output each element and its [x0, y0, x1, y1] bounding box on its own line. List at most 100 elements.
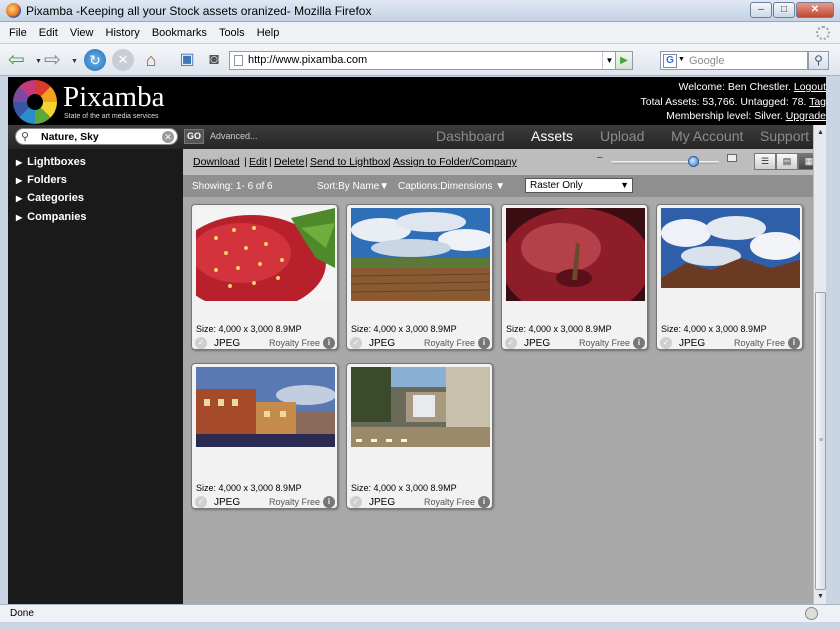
menu-bookmarks[interactable]: Bookmarks: [152, 22, 207, 44]
info-icon[interactable]: i: [323, 337, 335, 349]
menu-help[interactable]: Help: [257, 22, 280, 44]
apple-thumbnail[interactable]: [506, 208, 645, 301]
sidebar-item-companies[interactable]: ▶ Companies: [16, 211, 86, 223]
clear-search-icon[interactable]: ✕: [162, 131, 174, 143]
landscape-thumbnail[interactable]: [351, 208, 490, 301]
menu-file[interactable]: File: [9, 22, 27, 44]
info-icon[interactable]: i: [478, 496, 490, 508]
web-search-field[interactable]: G ▼ Google ⚲: [660, 51, 829, 70]
google-engine-icon[interactable]: G: [663, 54, 677, 68]
stop-icon[interactable]: ✕: [112, 49, 134, 71]
action-toolbar: Download | Edit | Delete | Send to Light…: [183, 149, 826, 175]
zoom-out-icon[interactable]: –: [597, 152, 603, 163]
separator: |: [388, 156, 391, 168]
engine-dropdown-icon[interactable]: ▼: [678, 56, 685, 63]
asset-card[interactable]: Size: 4,000 x 3,000 8.9MP ✓ JPEG Royalty…: [346, 363, 493, 509]
search-value[interactable]: Nature, Sky: [41, 131, 99, 143]
window-titlebar[interactable]: Pixamba -Keeping all your Stock assets o…: [0, 0, 840, 22]
url-history-dropdown-icon[interactable]: ▼: [602, 52, 616, 69]
sidebar-item-categories[interactable]: ▶ Categories: [16, 192, 84, 204]
asset-card[interactable]: Size: 4,000 x 3,000 8.9MP ✓ JPEG Royalty…: [191, 363, 338, 509]
forward-arrow-icon[interactable]: ⇨: [44, 49, 66, 71]
scrollbar-thumb[interactable]: ≡: [815, 292, 826, 590]
select-check-icon[interactable]: ✓: [660, 337, 672, 349]
asset-size: Size: 4,000 x 3,000 8.9MP: [196, 483, 302, 493]
search-placeholder[interactable]: Google: [689, 55, 724, 67]
asset-size: Size: 4,000 x 3,000 8.9MP: [661, 324, 767, 334]
expand-triangle-icon: ▶: [16, 194, 23, 203]
status-icon[interactable]: [805, 607, 818, 620]
forward-history-dropdown-icon[interactable]: ▼: [71, 58, 78, 65]
tab-my-account[interactable]: My Account: [671, 128, 743, 144]
welcome-text: Welcome: Ben Chestler.: [678, 81, 791, 93]
back-arrow-icon[interactable]: ⇦: [8, 49, 30, 71]
back-history-dropdown-icon[interactable]: ▼: [35, 58, 42, 65]
vertical-scrollbar[interactable]: ▲ ≡ ▼: [813, 125, 826, 604]
menu-view[interactable]: View: [70, 22, 94, 44]
maximize-button[interactable]: □: [773, 2, 795, 18]
scroll-up-icon[interactable]: ▲: [814, 125, 827, 140]
menu-edit[interactable]: Edit: [39, 22, 58, 44]
sidebar-item-lightboxes[interactable]: ▶ Lightboxes: [16, 156, 86, 168]
zoom-slider[interactable]: [611, 161, 719, 164]
sidebar-item-folders[interactable]: ▶ Folders: [16, 174, 67, 186]
tab-upload[interactable]: Upload: [600, 128, 644, 144]
menu-tools[interactable]: Tools: [219, 22, 245, 44]
pixamba-logo-icon[interactable]: [13, 80, 57, 124]
asset-card[interactable]: Size: 4,000 x 3,000 8.9MP ✓ JPEG Royalty…: [656, 204, 803, 350]
go-button[interactable]: GO: [184, 129, 204, 144]
sort-dropdown[interactable]: Sort:By Name▼: [317, 181, 389, 192]
zoom-in-icon[interactable]: [727, 154, 737, 162]
detail-view-icon[interactable]: ▤: [776, 153, 798, 170]
tag-link[interactable]: Tag: [809, 96, 826, 108]
tab-dashboard[interactable]: Dashboard: [436, 128, 505, 144]
asset-card[interactable]: Size: 4,000 x 3,000 8.9MP ✓ JPEG Royalty…: [191, 204, 338, 350]
assign-folder-link[interactable]: Assign to Folder/Company: [393, 156, 517, 168]
screenshot-icon[interactable]: ◙: [203, 49, 225, 71]
url-text[interactable]: http://www.pixamba.com: [248, 54, 367, 66]
reload-icon[interactable]: ↻: [84, 49, 106, 71]
info-icon[interactable]: i: [788, 337, 800, 349]
scroll-down-icon[interactable]: ▼: [814, 589, 827, 604]
membership-level: Membership level: Silver.: [666, 110, 783, 122]
select-check-icon[interactable]: ✓: [505, 337, 517, 349]
minimize-button[interactable]: –: [750, 2, 772, 18]
houses-thumbnail[interactable]: [196, 367, 335, 460]
select-check-icon[interactable]: ✓: [195, 337, 207, 349]
delete-link[interactable]: Delete: [274, 156, 304, 168]
strawberry-thumbnail[interactable]: [196, 208, 335, 301]
list-view-icon[interactable]: ☰: [754, 153, 776, 170]
sort-label: Sort:By Name: [317, 181, 380, 192]
tab-support[interactable]: Support: [760, 128, 809, 144]
download-link[interactable]: Download: [193, 156, 240, 168]
info-icon[interactable]: i: [633, 337, 645, 349]
car-alley-thumbnail[interactable]: [351, 367, 490, 460]
desert-sky-thumbnail[interactable]: [661, 208, 800, 301]
logout-link[interactable]: Logout: [794, 81, 826, 93]
select-check-icon[interactable]: ✓: [350, 496, 362, 508]
asset-card[interactable]: Size: 4,000 x 3,000 8.9MP ✓ JPEG Royalty…: [501, 204, 648, 350]
home-icon[interactable]: ⌂: [140, 49, 162, 71]
select-check-icon[interactable]: ✓: [350, 337, 362, 349]
go-arrow-icon[interactable]: ▶: [615, 51, 633, 70]
asset-search-input[interactable]: ⚲ Nature, Sky ✕: [15, 128, 178, 145]
asset-card[interactable]: Size: 4,000 x 3,000 8.9MP ✓ JPEG Royalty…: [346, 204, 493, 350]
file-type: JPEG: [214, 497, 241, 508]
bookmark-add-icon[interactable]: ▣: [176, 49, 198, 71]
asset-type-select[interactable]: Raster Only ▼: [525, 178, 633, 193]
address-bar[interactable]: http://www.pixamba.com ▼ ▶: [229, 51, 633, 70]
info-icon[interactable]: i: [323, 496, 335, 508]
edit-link[interactable]: Edit: [249, 156, 267, 168]
send-to-lightbox-link[interactable]: Send to Lightbox: [310, 156, 389, 168]
advanced-search-link[interactable]: Advanced...: [210, 131, 258, 141]
select-check-icon[interactable]: ✓: [195, 496, 207, 508]
info-icon[interactable]: i: [478, 337, 490, 349]
search-magnifier-icon[interactable]: ⚲: [808, 51, 829, 70]
close-button[interactable]: ✕: [796, 2, 834, 18]
upgrade-link[interactable]: Upgrade: [786, 110, 826, 122]
tab-assets[interactable]: Assets: [531, 128, 573, 144]
menu-history[interactable]: History: [106, 22, 140, 44]
zoom-slider-handle[interactable]: [687, 156, 699, 167]
captions-dropdown[interactable]: Captions:Dimensions ▼: [398, 181, 505, 192]
brand-name[interactable]: Pixamba: [63, 81, 165, 114]
